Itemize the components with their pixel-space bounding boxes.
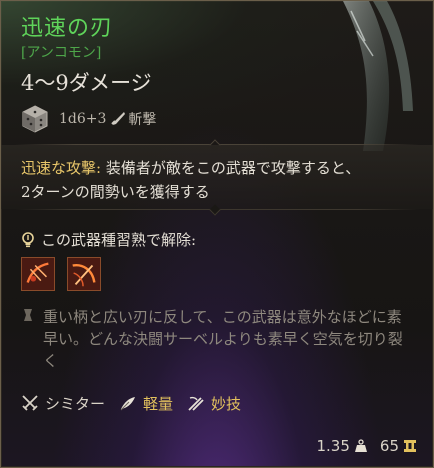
flavor-text: 重い柄と広い刃に反して、この武器は意外なほどに素早い。どんな決闘サーベルよりも素… <box>43 308 403 370</box>
item-footer: 1.35 65 <box>317 437 418 455</box>
item-tooltip: 迅速の刃 [アンコモン] 4〜9ダメージ 1d6+3 斬撃 迅速な攻撃: 装備者… <box>0 0 434 468</box>
damage-type: 斬撃 <box>128 112 157 128</box>
proficiency-label: この武器種習熟で解除: <box>41 231 197 249</box>
property-scimitar[interactable]: シミター <box>45 393 105 414</box>
item-rarity: [アンコモン] <box>21 45 102 61</box>
gold-icon <box>404 440 416 452</box>
quill-icon <box>24 309 32 321</box>
weapon-action-flourish-icon[interactable] <box>67 257 101 291</box>
weight-icon <box>354 439 367 452</box>
crossed-swords-icon <box>22 395 38 411</box>
weapon-art <box>343 1 413 151</box>
damage-dice: 1d6+3 <box>59 111 107 127</box>
property-light[interactable]: 軽量 <box>143 393 173 414</box>
passive-text: 装備者が敵をこの武器で攻撃すると、 <box>101 159 361 177</box>
passive-description-line1: 迅速な攻撃: 装備者が敵をこの武器で攻撃すると、 <box>21 157 360 178</box>
property-finesse[interactable]: 妙技 <box>211 393 241 414</box>
weapon-action-slash-icon[interactable] <box>21 257 55 291</box>
passive-name: 迅速な攻撃: <box>21 159 102 177</box>
damage-range: 4〜9ダメージ <box>21 71 152 95</box>
item-name: 迅速の刃 <box>21 16 114 41</box>
finesse-icon <box>188 396 204 411</box>
lightbulb-icon <box>22 231 34 247</box>
passive-description-line2: 2ターンの間勢いを獲得する <box>21 183 210 201</box>
gold-value: 65 <box>379 437 399 455</box>
slashing-icon <box>111 112 126 125</box>
weapon-properties: シミター 軽量 妙技 <box>21 391 255 415</box>
damage-dice-row: 1d6+3 斬撃 <box>21 103 156 135</box>
feather-icon <box>120 397 136 411</box>
dice-icon <box>22 105 48 133</box>
proficiency-unlock-row: この武器種習熟で解除: <box>21 229 196 250</box>
weight-value: 1.35 <box>316 437 350 455</box>
